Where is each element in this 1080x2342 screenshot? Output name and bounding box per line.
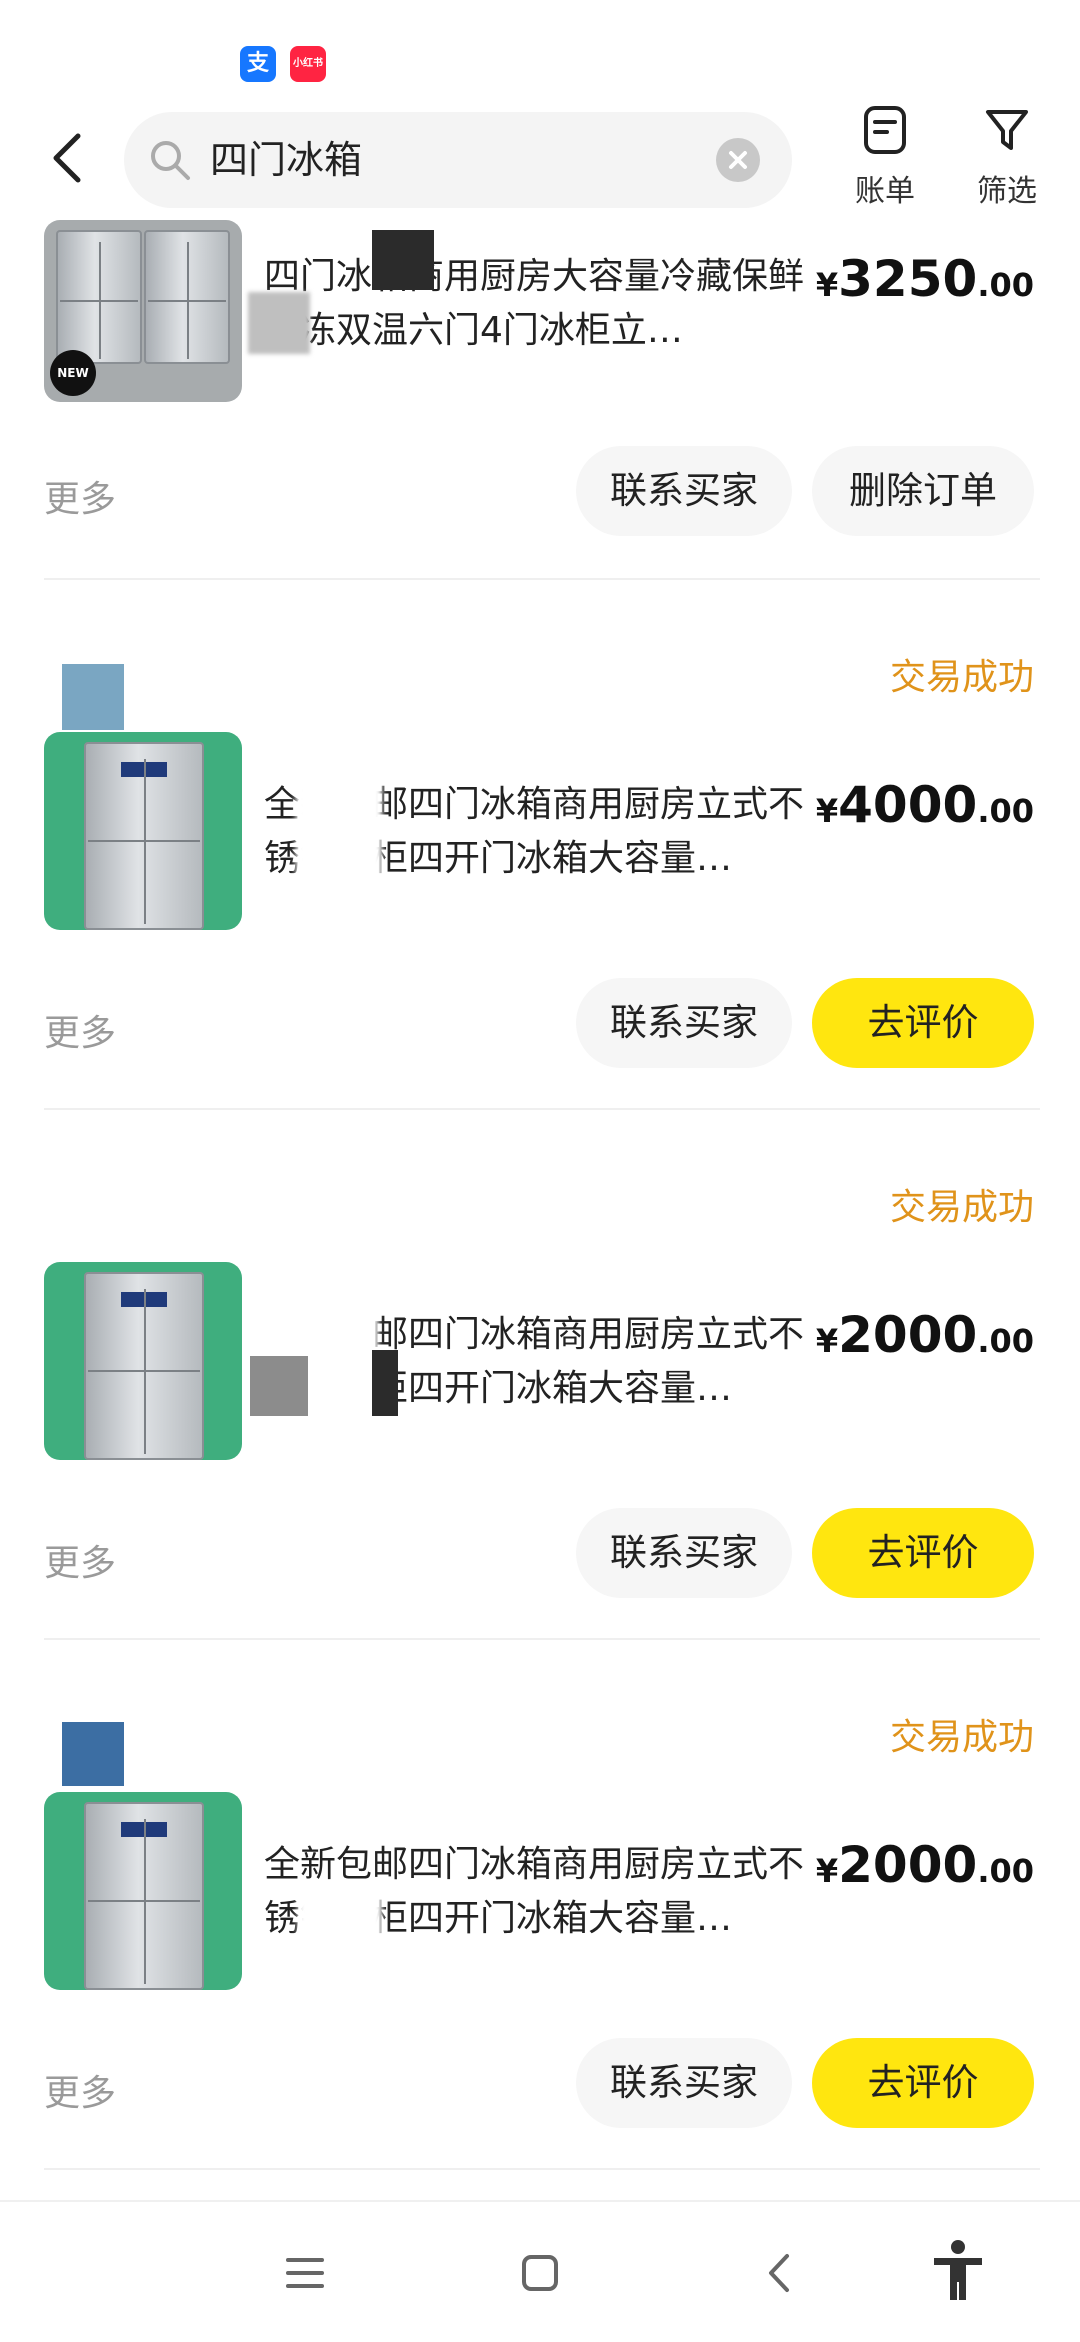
review-button[interactable]: 去评价 — [812, 978, 1034, 1068]
nav-back-icon[interactable] — [755, 2248, 805, 2298]
contact-buyer-button[interactable]: 联系买家 — [576, 1508, 792, 1598]
more-button[interactable]: 更多 — [44, 470, 116, 522]
more-button[interactable]: 更多 — [44, 1534, 116, 1586]
order-status: 交易成功 — [889, 1717, 1034, 1758]
order-card: NEW 四门冰箱商用厨房大容量冷藏保鲜冷冻双温六门4门冰柜立… ¥3250.00… — [0, 220, 1080, 580]
menu-icon[interactable] — [280, 2248, 330, 2298]
review-button[interactable]: 去评价 — [812, 2038, 1034, 2128]
product-thumbnail[interactable] — [44, 1792, 242, 1990]
accessibility-icon[interactable] — [928, 2238, 988, 2302]
product-thumbnail[interactable] — [44, 1262, 242, 1460]
review-button[interactable]: 去评价 — [812, 1508, 1034, 1598]
blur-mask — [298, 1888, 382, 1948]
alipay-notification-icon: 支 — [240, 46, 276, 82]
order-price: ¥3250.00 — [815, 250, 1034, 308]
xiaohongshu-notification-icon: 小红书 — [290, 46, 326, 82]
order-price: ¥2000.00 — [815, 1306, 1034, 1364]
order-price: ¥4000.00 — [815, 776, 1034, 834]
order-price: ¥2000.00 — [815, 1836, 1034, 1894]
more-button[interactable]: 更多 — [44, 1004, 116, 1056]
new-badge-icon: NEW — [50, 350, 96, 396]
product-thumbnail[interactable] — [44, 732, 242, 930]
contact-buyer-button[interactable]: 联系买家 — [576, 446, 792, 536]
clear-icon[interactable] — [716, 138, 760, 182]
status-bar: 支 小红书 — [0, 0, 1080, 100]
delete-order-button[interactable]: 删除订单 — [812, 446, 1034, 536]
bill-button[interactable]: 账单 — [840, 104, 930, 210]
filter-icon — [986, 110, 1028, 150]
product-thumbnail[interactable]: NEW — [44, 220, 242, 402]
more-button[interactable]: 更多 — [44, 2064, 116, 2116]
order-status: 交易成功 — [889, 1187, 1034, 1228]
bill-icon — [864, 106, 906, 154]
system-nav-bar — [0, 2200, 1080, 2342]
blur-mask — [248, 292, 310, 354]
search-query: 四门冰箱 — [210, 138, 363, 182]
search-icon — [146, 136, 194, 184]
divider — [44, 2168, 1040, 2170]
product-title[interactable]: 四门冰箱商用厨房大容量冷藏保鲜冷冻双温六门4门冰柜立… — [264, 250, 804, 358]
home-icon[interactable] — [515, 2248, 565, 2298]
search-input[interactable]: 四门冰箱 — [124, 112, 792, 208]
order-status: 交易成功 — [889, 657, 1034, 698]
order-card: 交易成功 全新包邮四门冰箱商用厨房立式不锈钢冰柜四开门冰箱大容量… ¥4000.… — [0, 580, 1080, 1110]
back-icon[interactable] — [40, 128, 100, 188]
order-card: 交易成功 全新包邮四门冰箱商用厨房立式不锈钢冰柜四开门冰箱大容量… ¥2000.… — [0, 1640, 1080, 2170]
contact-buyer-button[interactable]: 联系买家 — [576, 978, 792, 1068]
bill-label: 账单 — [855, 174, 915, 209]
filter-label: 筛选 — [977, 174, 1037, 209]
contact-buyer-button[interactable]: 联系买家 — [576, 2038, 792, 2128]
blur-mask — [250, 1356, 308, 1416]
top-bar: 四门冰箱 账单 筛选 — [0, 100, 1080, 220]
blur-mask — [372, 1350, 398, 1416]
blur-mask — [62, 664, 124, 730]
filter-button[interactable]: 筛选 — [962, 104, 1052, 210]
blur-mask — [372, 230, 434, 290]
blur-mask — [296, 776, 382, 886]
blur-mask — [62, 1722, 124, 1786]
order-card: 交易成功 全新包邮四门冰箱商用厨房立式不锈钢冰柜四开门冰箱大容量… ¥2000.… — [0, 1110, 1080, 1640]
